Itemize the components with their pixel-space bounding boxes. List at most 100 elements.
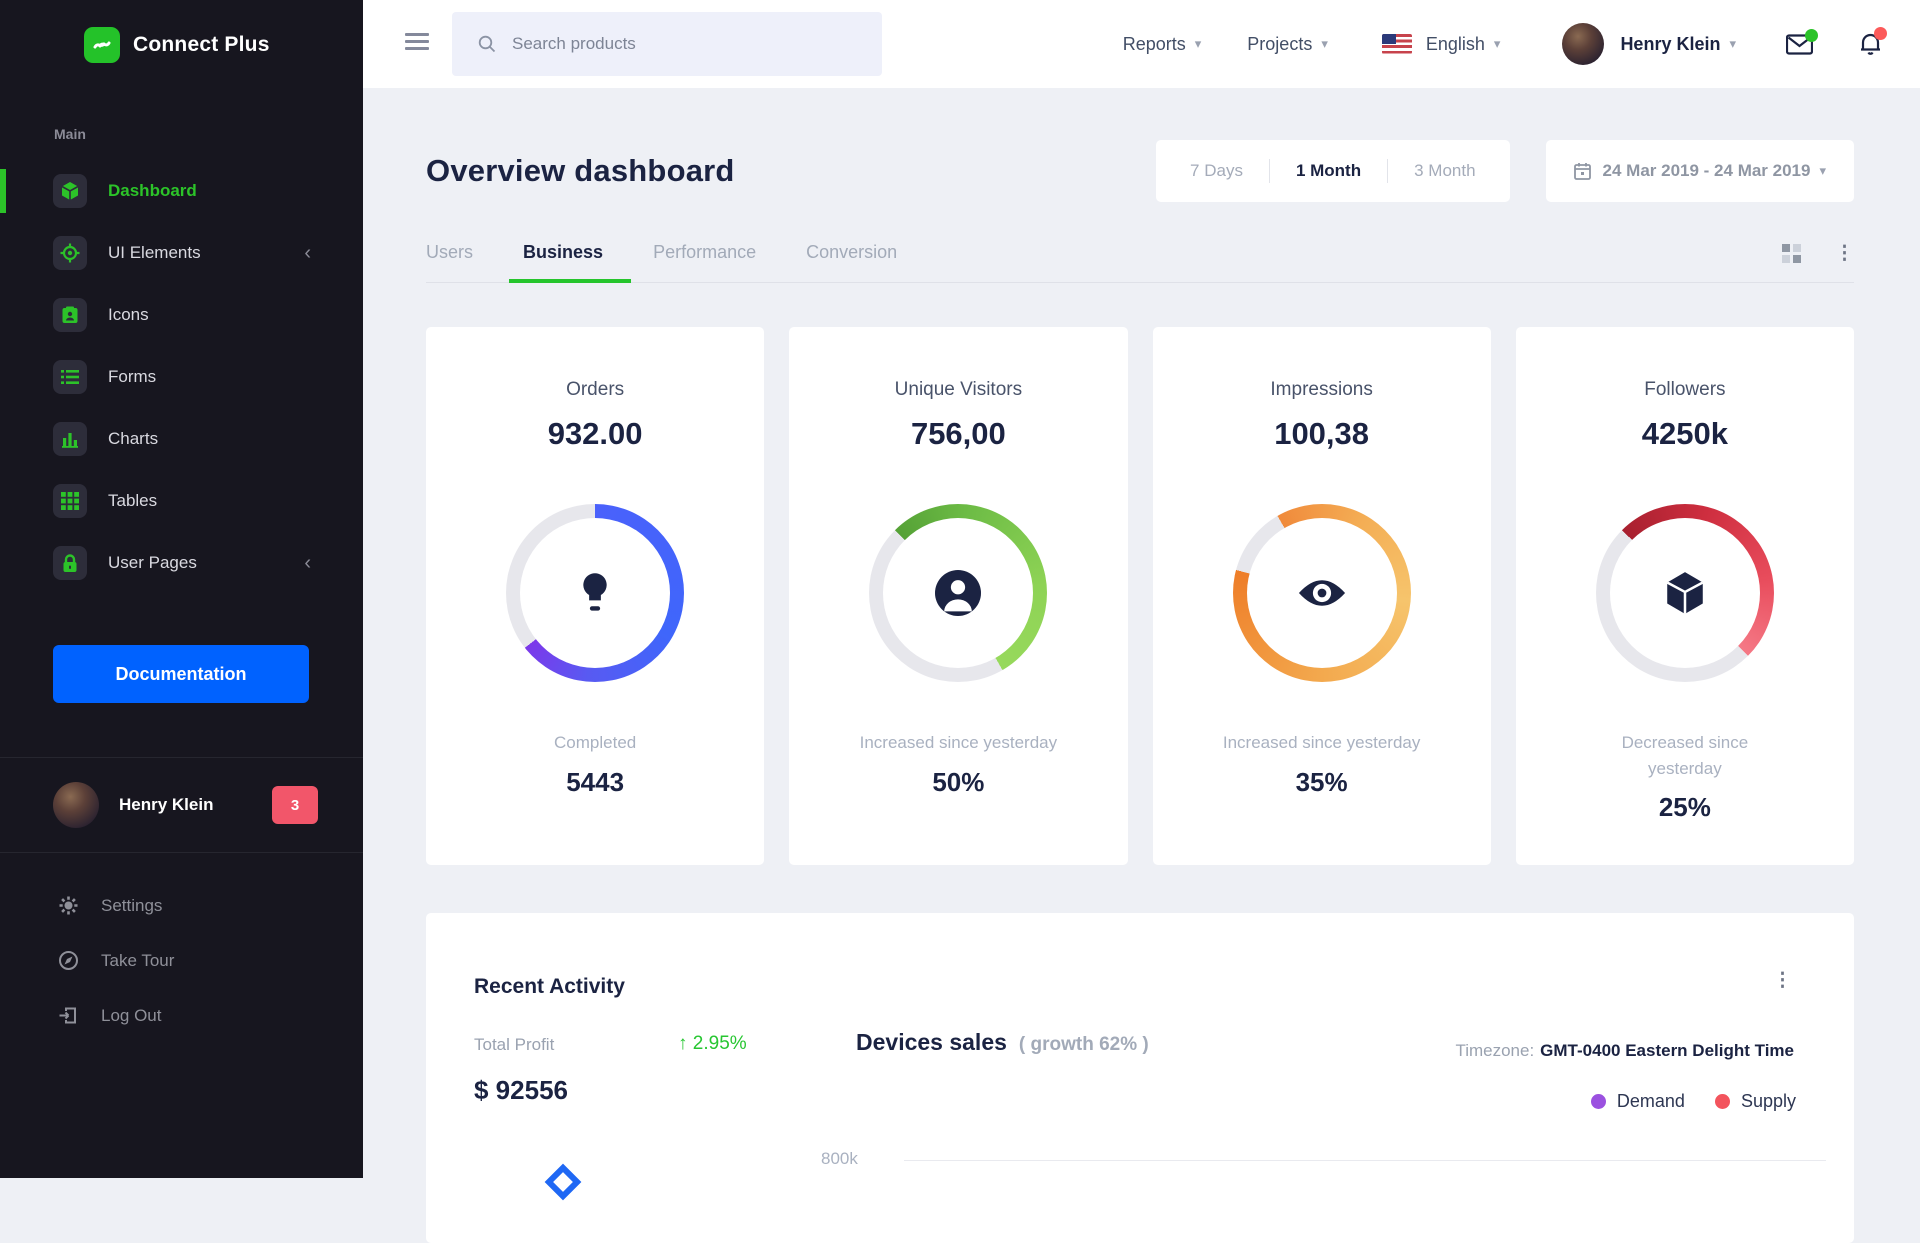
notifications-button[interactable] (1859, 32, 1882, 56)
bulb-icon (506, 504, 684, 682)
arrow-up-icon: ↑ (678, 1033, 688, 1054)
kebab-menu-icon[interactable]: ⋮ (1773, 971, 1792, 990)
stat-value: 100,38 (1153, 416, 1491, 452)
sidebar-item-label: Settings (101, 896, 162, 916)
gauge-ring (869, 504, 1047, 682)
stat-footer-label: Increased since yesterday (789, 730, 1127, 756)
cube-icon (53, 174, 87, 208)
hamburger-menu-icon[interactable] (405, 33, 429, 54)
unread-messages-dot (1805, 29, 1818, 42)
sidebar-item-label: Dashboard (108, 181, 197, 201)
date-range-picker[interactable]: 24 Mar 2019 - 24 Mar 2019 ▾ (1546, 140, 1854, 202)
stat-cards-row: Orders 932.00 Completed 5443 Unique Visi… (426, 327, 1854, 865)
brand[interactable]: Connect Plus (0, 0, 363, 90)
stat-footer-value: 25% (1516, 792, 1854, 823)
sidebar-item-label: User Pages (108, 553, 197, 573)
stat-value: 932.00 (426, 416, 764, 452)
gear-icon (58, 895, 79, 916)
sidebar-item-user-pages[interactable]: User Pages ‹ (0, 532, 363, 594)
timezone: Timezone: GMT-0400 Eastern Delight Time (1455, 1041, 1794, 1061)
total-profit-value: $ 92556 (474, 1075, 568, 1106)
stat-footer-value: 5443 (426, 767, 764, 798)
sidebar-item-ui-elements[interactable]: UI Elements ‹ (0, 222, 363, 284)
sidebar-item-log-out[interactable]: Log Out (0, 988, 363, 1043)
sidebar-profile[interactable]: Henry Klein 3 (0, 757, 363, 853)
brand-logo-icon (84, 27, 120, 63)
reports-menu[interactable]: Reports ▾ (1123, 34, 1202, 55)
projects-menu[interactable]: Projects ▾ (1247, 34, 1328, 55)
stat-title: Impressions (1153, 379, 1491, 401)
total-profit-delta: ↑ 2.95% (678, 1033, 747, 1055)
sidebar: Connect Plus Main Dashboard UI Elements … (0, 0, 363, 1178)
devices-sales-title: Devices sales (856, 1029, 1007, 1056)
sidebar-nav: Dashboard UI Elements ‹ Icons Forms Ch (0, 160, 363, 594)
sidebar-item-dashboard[interactable]: Dashboard (0, 160, 363, 222)
devices-sales-growth: ( growth 62% ) (1019, 1034, 1149, 1056)
kebab-menu-icon[interactable]: ⋮ (1835, 244, 1854, 263)
stat-card-followers: Followers 4250k Decreased since yesterda… (1516, 327, 1854, 865)
messages-button[interactable] (1786, 34, 1813, 55)
range-option-3-month[interactable]: 3 Month (1414, 161, 1475, 181)
legend-item-demand[interactable]: Demand (1591, 1091, 1685, 1112)
reports-menu-label: Reports (1123, 34, 1186, 55)
sidebar-item-take-tour[interactable]: Take Tour (0, 933, 363, 988)
chevron-down-icon: ▾ (1729, 36, 1736, 52)
language-label: English (1426, 34, 1485, 55)
timezone-label: Timezone: (1455, 1041, 1534, 1060)
divider (1269, 159, 1270, 183)
legend-item-supply[interactable]: Supply (1715, 1091, 1796, 1112)
topbar-right: Reports ▾ Projects ▾ English ▾ Henry Kle… (1123, 0, 1920, 88)
search-icon (478, 35, 496, 53)
sidebar-item-label: Forms (108, 367, 156, 387)
logout-icon (58, 1005, 79, 1026)
tab-conversion[interactable]: Conversion (806, 242, 897, 263)
tab-users[interactable]: Users (426, 242, 473, 263)
stat-card-impressions: Impressions 100,38 Increased since yeste… (1153, 327, 1491, 865)
chevron-left-icon: ‹ (304, 552, 311, 575)
notification-count-badge: 3 (272, 786, 318, 824)
gauge-ring (1596, 504, 1774, 682)
gauge-ring (1233, 504, 1411, 682)
language-selector[interactable]: English ▾ (1382, 34, 1501, 55)
projects-menu-label: Projects (1247, 34, 1312, 55)
dashboard-tabs: Users Business Performance Conversion ⋮ (426, 242, 1854, 283)
recent-activity-card: Recent Activity ⋮ Total Profit ↑ 2.95% $… (426, 913, 1854, 1243)
total-profit-label: Total Profit (474, 1035, 554, 1055)
stat-card-orders: Orders 932.00 Completed 5443 (426, 327, 764, 865)
eye-icon (1233, 504, 1411, 682)
stat-title: Orders (426, 379, 764, 401)
y-axis-tick-label: 800k (821, 1149, 858, 1169)
search-input[interactable] (512, 34, 842, 54)
sidebar-item-label: UI Elements (108, 243, 201, 263)
timezone-value: GMT-0400 Eastern Delight Time (1540, 1041, 1794, 1060)
stat-value: 4250k (1516, 416, 1854, 452)
cube-icon (1596, 504, 1774, 682)
range-option-1-month[interactable]: 1 Month (1296, 161, 1361, 181)
bar-chart-icon (53, 422, 87, 456)
range-option-7-days[interactable]: 7 Days (1190, 161, 1243, 181)
stat-title: Followers (1516, 379, 1854, 401)
sidebar-item-icons[interactable]: Icons (0, 284, 363, 346)
sidebar-item-settings[interactable]: Settings (0, 878, 363, 933)
legend-label: Supply (1741, 1091, 1796, 1112)
sidebar-item-label: Log Out (101, 1006, 162, 1026)
documentation-button[interactable]: Documentation (53, 645, 309, 703)
search-box (452, 12, 882, 76)
chart-legend: Demand Supply (1591, 1091, 1796, 1112)
sidebar-item-tables[interactable]: Tables (0, 470, 363, 532)
chart-point-marker (545, 1164, 582, 1201)
layout-grid-icon[interactable] (1782, 244, 1801, 263)
tab-performance[interactable]: Performance (653, 242, 756, 263)
sidebar-item-forms[interactable]: Forms (0, 346, 363, 408)
sidebar-item-charts[interactable]: Charts (0, 408, 363, 470)
chevron-down-icon: ▾ (1819, 163, 1826, 179)
tab-business[interactable]: Business (523, 242, 603, 263)
page-title: Overview dashboard (426, 153, 735, 189)
user-menu[interactable]: Henry Klein ▾ (1562, 23, 1736, 65)
legend-label: Demand (1617, 1091, 1685, 1112)
legend-dot-demand (1591, 1094, 1606, 1109)
range-toggle: 7 Days 1 Month 3 Month (1156, 140, 1510, 202)
stat-footer-label: Decreased since yesterday (1590, 730, 1780, 781)
stat-card-unique-visitors: Unique Visitors 756,00 Increased since y… (789, 327, 1127, 865)
crosshair-icon (53, 236, 87, 270)
